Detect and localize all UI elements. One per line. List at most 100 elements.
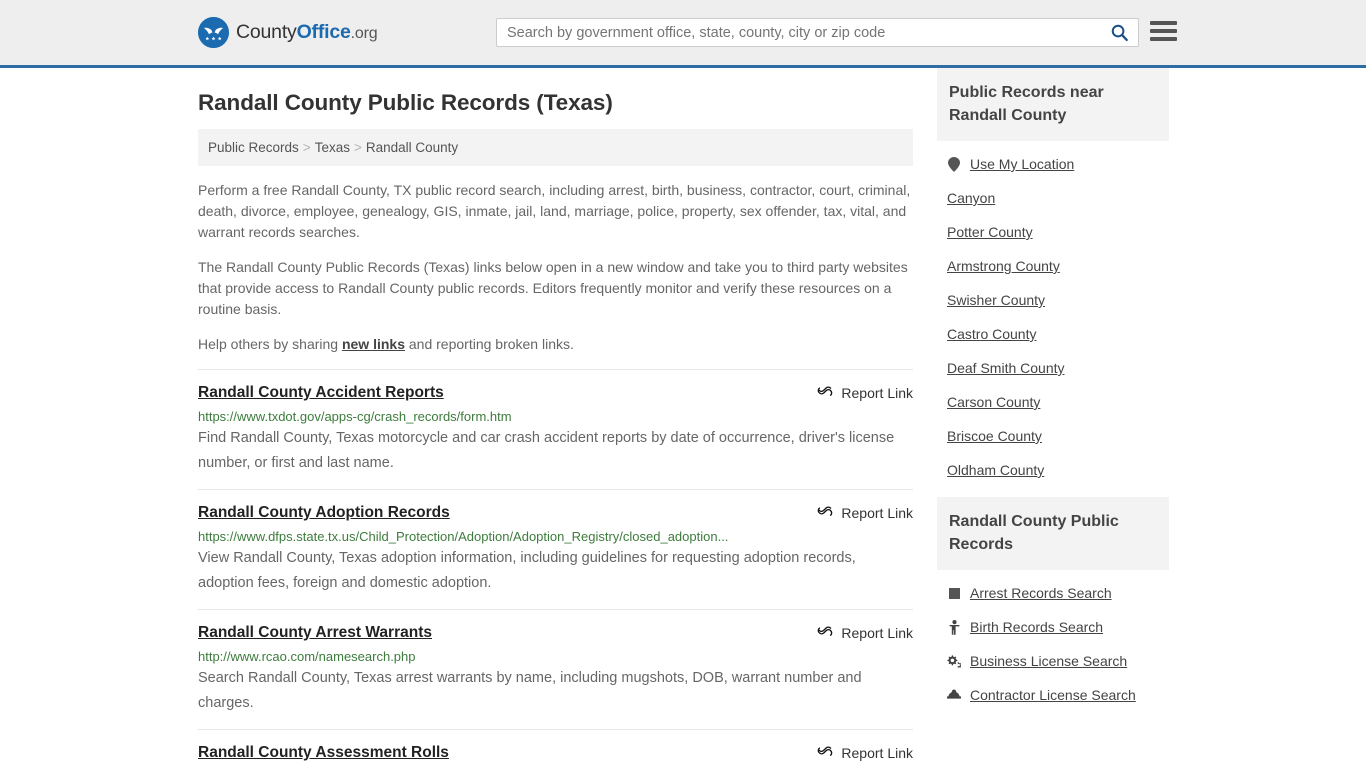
sidebar-record-item[interactable]: Contractor License Search (937, 678, 1169, 712)
cogs-icon (947, 654, 961, 668)
child-icon (947, 619, 961, 635)
sidebar-records-list: Arrest Records Search Birth Records Sear… (937, 570, 1169, 718)
sidebar: Public Records near Randall County Use M… (937, 68, 1169, 768)
sidebar-nearby-heading: Public Records near Randall County (937, 68, 1169, 141)
record-header: Randall County Arrest Warrants Report Li… (198, 624, 913, 642)
report-link-button[interactable]: Report Link (817, 624, 913, 641)
logo-text-office: Office (296, 21, 351, 43)
sidebar-record-item[interactable]: Business License Search (937, 644, 1169, 678)
logo-text-county: County (236, 21, 297, 43)
new-links-link[interactable]: new links (342, 336, 405, 352)
record-list: Randall County Accident Reports Report L… (198, 369, 913, 768)
breadcrumb-separator: > (302, 140, 311, 155)
hamburger-bar (1150, 21, 1177, 25)
breadcrumb-item-public-records[interactable]: Public Records (208, 140, 299, 155)
sidebar-nearby-records: Public Records near Randall County Use M… (937, 68, 1169, 493)
sidebar-nearby-link[interactable]: Oldham County (947, 462, 1044, 478)
sidebar-records-heading: Randall County Public Records (937, 497, 1169, 570)
record-title-link[interactable]: Randall County Accident Reports (198, 384, 444, 402)
record-header: Randall County Adoption Records Report L… (198, 504, 913, 522)
sidebar-nearby-item[interactable]: Armstrong County (937, 249, 1169, 283)
sidebar-record-link[interactable]: Arrest Records Search (970, 585, 1112, 601)
sidebar-county-records: Randall County Public Records Arrest Rec… (937, 497, 1169, 718)
cogs-icon (947, 654, 961, 668)
breadcrumb-item-randall-county[interactable]: Randall County (366, 140, 458, 155)
sidebar-nearby-link[interactable]: Castro County (947, 326, 1036, 342)
sidebar-nearby-item[interactable]: Potter County (937, 215, 1169, 249)
record-description: Find Randall County, Texas motorcycle an… (198, 430, 895, 471)
child-icon (949, 619, 959, 635)
report-link-label: Report Link (841, 385, 913, 401)
intro-paragraph-1: Perform a free Randall County, TX public… (198, 182, 911, 240)
record-description: View Randall County, Texas adoption info… (198, 550, 856, 591)
hamburger-bar (1150, 29, 1177, 33)
site-logo[interactable]: CountyOffice.org (198, 17, 378, 48)
site-logo-text: CountyOffice.org (236, 21, 378, 44)
main-content: Randall County Public Records (Texas) Pu… (198, 68, 913, 768)
sidebar-nearby-link[interactable]: Canyon (947, 190, 995, 206)
sidebar-nearby-link[interactable]: Briscoe County (947, 428, 1042, 444)
sidebar-nearby-link[interactable]: Potter County (947, 224, 1033, 240)
sidebar-record-item[interactable]: Birth Records Search (937, 610, 1169, 644)
broken-link-icon (818, 386, 833, 396)
search-input[interactable] (497, 19, 1100, 46)
record-item: Randall County Arrest Warrants Report Li… (198, 609, 913, 729)
record-header: Randall County Accident Reports Report L… (198, 384, 913, 402)
record-url: https://www.dfps.state.tx.us/Child_Prote… (198, 529, 729, 544)
report-link-button[interactable]: Report Link (817, 504, 913, 521)
sidebar-record-link[interactable]: Contractor License Search (970, 687, 1136, 703)
broken-link-icon (818, 746, 833, 756)
report-link-button[interactable]: Report Link (817, 384, 913, 401)
sidebar-record-link[interactable]: Business License Search (970, 653, 1127, 669)
breadcrumb-item-texas[interactable]: Texas (315, 140, 350, 155)
record-title-link[interactable]: Randall County Adoption Records (198, 504, 450, 522)
page-body: Randall County Public Records (Texas) Pu… (0, 68, 1366, 768)
eagle-stars-logo-icon (198, 17, 229, 48)
search-bar[interactable] (496, 18, 1139, 47)
hard-hat-icon (947, 689, 961, 701)
intro-text: Perform a free Randall County, TX public… (198, 180, 913, 355)
sidebar-nearby-item[interactable]: Swisher County (937, 283, 1169, 317)
sidebar-nearby-link[interactable]: Deaf Smith County (947, 360, 1065, 376)
sidebar-nearby-item[interactable]: Oldham County (937, 453, 1169, 487)
sidebar-nearby-link[interactable]: Carson County (947, 394, 1040, 410)
map-pin-icon (948, 156, 960, 172)
site-header: CountyOffice.org (0, 0, 1366, 68)
intro-p3-after: and reporting broken links. (405, 336, 574, 352)
sidebar-record-item[interactable]: Arrest Records Search (937, 576, 1169, 610)
record-item: Randall County Assessment Rolls Report L… (198, 729, 913, 768)
record-title-link[interactable]: Randall County Assessment Rolls (198, 744, 449, 762)
logo-text-org: .org (350, 25, 378, 42)
page-title: Randall County Public Records (Texas) (198, 90, 613, 115)
sidebar-nearby-item[interactable]: Use My Location (937, 147, 1169, 181)
record-description: Search Randall County, Texas arrest warr… (198, 670, 862, 711)
map-pin-icon (947, 156, 961, 172)
intro-paragraph-3: Help others by sharing new links and rep… (198, 334, 913, 355)
search-button[interactable] (1100, 19, 1138, 46)
broken-link-icon (818, 626, 833, 636)
record-url: http://www.rcao.com/namesearch.php (198, 649, 416, 664)
hamburger-menu-icon[interactable] (1150, 19, 1177, 43)
broken-link-icon (818, 506, 833, 516)
hard-hat-icon (947, 689, 961, 699)
square-icon (947, 587, 961, 599)
sidebar-nearby-item[interactable]: Deaf Smith County (937, 351, 1169, 385)
record-url: https://www.txdot.gov/apps-cg/crash_reco… (198, 409, 512, 424)
record-title-link[interactable]: Randall County Arrest Warrants (198, 624, 432, 642)
sidebar-nearby-link[interactable]: Swisher County (947, 292, 1045, 308)
sidebar-nearby-item[interactable]: Briscoe County (937, 419, 1169, 453)
sidebar-nearby-list: Use My Location Canyon Potter County Armstr… (937, 141, 1169, 493)
report-link-button[interactable]: Report Link (817, 744, 913, 761)
intro-p3-before: Help others by sharing (198, 336, 342, 352)
sidebar-record-link[interactable]: Birth Records Search (970, 619, 1103, 635)
sidebar-nearby-item[interactable]: Castro County (937, 317, 1169, 351)
report-link-label: Report Link (841, 505, 913, 521)
record-header: Randall County Assessment Rolls Report L… (198, 744, 913, 762)
sidebar-nearby-item[interactable]: Canyon (937, 181, 1169, 215)
report-link-label: Report Link (841, 745, 913, 761)
sidebar-nearby-link[interactable]: Armstrong County (947, 258, 1060, 274)
sidebar-nearby-item[interactable]: Carson County (937, 385, 1169, 419)
intro-paragraph-2: The Randall County Public Records (Texas… (198, 259, 908, 317)
breadcrumb-separator: > (353, 140, 362, 155)
sidebar-nearby-link[interactable]: Use My Location (970, 156, 1074, 172)
